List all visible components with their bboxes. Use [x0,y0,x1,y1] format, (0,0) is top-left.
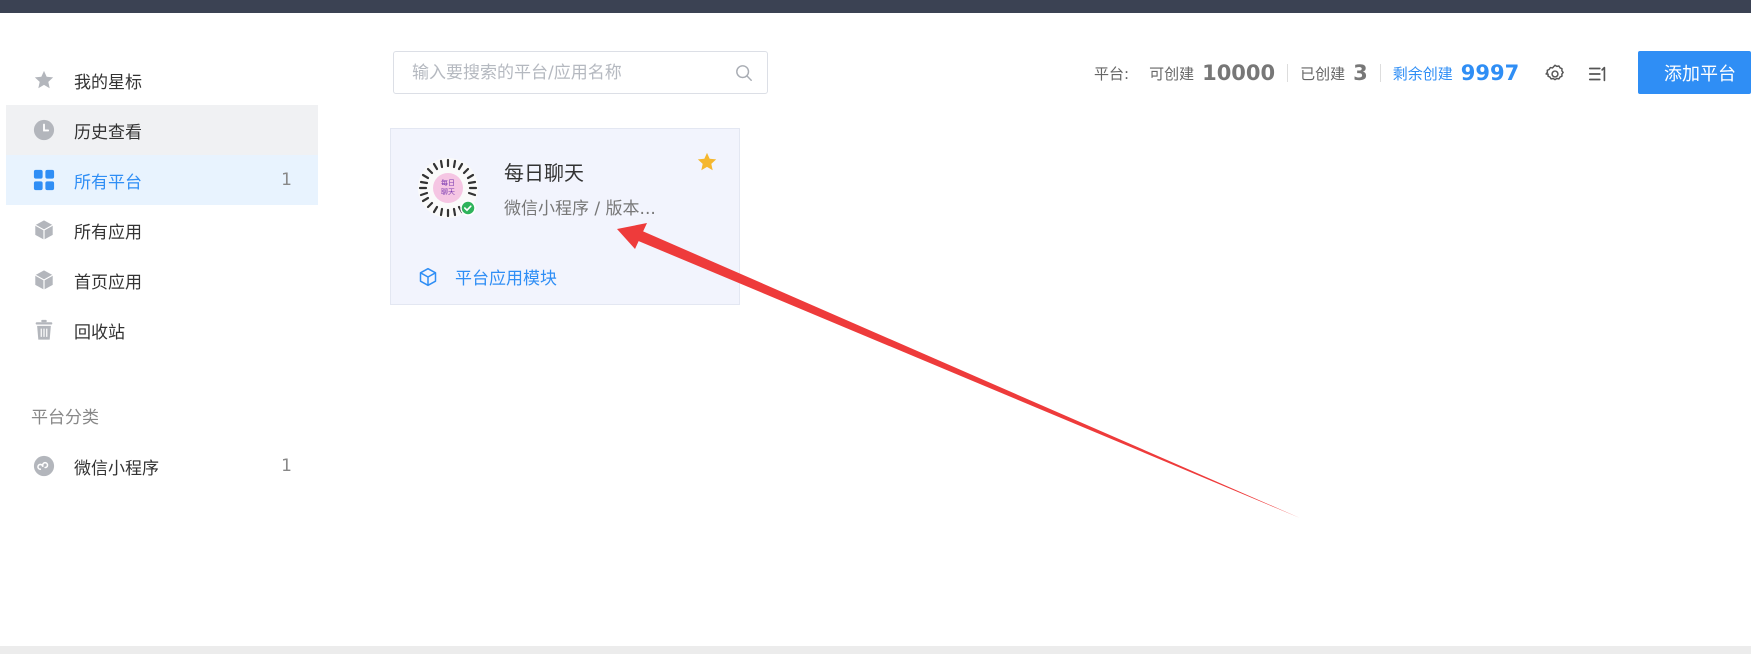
sidebar: 我的星标 历史查看 所有平台 1 所有应用 首页应用 回收站 平台分类 微信小程… [6,55,318,491]
platform-stats: 平台: 可创建 10000 已创建 3 剩余创建 9997 [1094,58,1519,88]
sidebar-item-wechat-miniprogram[interactable]: 微信小程序 1 [6,441,318,491]
add-platform-button[interactable]: 添加平台 [1638,51,1751,94]
search-input[interactable] [394,52,733,93]
sidebar-item-label: 首页应用 [74,272,142,293]
sidebar-item-count: 1 [281,170,292,190]
search-box [393,51,768,94]
divider [1287,64,1289,82]
created-label: 已创建 [1300,64,1346,83]
sidebar-item-count: 1 [281,456,292,476]
sidebar-item-all-platforms[interactable]: 所有平台 1 [6,155,318,205]
sidebar-item-all-apps[interactable]: 所有应用 [6,205,318,255]
sort-icon[interactable] [1586,62,1610,86]
remaining-label: 剩余创建 [1392,64,1453,83]
favorite-star-icon[interactable] [696,151,720,175]
sidebar-item-label: 所有平台 [74,172,142,193]
star-icon [32,68,56,92]
sidebar-item-label: 我的星标 [74,72,142,93]
window-top-bar [0,0,1751,13]
trash-icon [32,318,56,342]
platform-app-module-link[interactable]: 平台应用模块 [417,264,557,289]
divider [1379,64,1381,82]
qr-code-thumbnail: 每日 聊天 [417,157,479,219]
platform-label: 平台: [1094,64,1130,83]
creatable-label: 可创建 [1149,64,1195,83]
category-section-title: 平台分类 [31,408,99,428]
box-outline-icon [417,266,439,288]
sidebar-item-label: 回收站 [74,322,125,343]
qr-center-text: 每日 [441,178,455,187]
sidebar-item-recycle-bin[interactable]: 回收站 [6,305,318,355]
cube-icon [32,268,56,292]
grid-icon [32,168,56,192]
remaining-value: 9997 [1460,61,1520,85]
platform-card[interactable]: 每日 聊天 每日聊天 微信小程序 / 版本... 平台应用模块 [390,128,740,305]
clock-icon [32,118,56,142]
platform-title: 每日聊天 [504,161,584,185]
sidebar-item-label: 所有应用 [74,222,142,243]
qr-center-text: 聊天 [441,187,455,196]
sidebar-item-label: 微信小程序 [74,458,159,479]
platform-subtitle: 微信小程序 / 版本... [504,199,656,219]
module-label: 平台应用模块 [455,269,557,289]
sidebar-item-history[interactable]: 历史查看 [6,105,318,155]
window-bottom-bar [0,646,1751,654]
cube-icon [32,218,56,242]
created-value: 3 [1353,61,1368,85]
gear-icon[interactable] [1543,62,1567,86]
sidebar-item-home-apps[interactable]: 首页应用 [6,255,318,305]
miniprogram-icon [32,454,56,478]
sidebar-item-my-stars[interactable]: 我的星标 [6,55,318,105]
sidebar-item-label: 历史查看 [74,122,142,143]
search-icon[interactable] [733,62,755,84]
creatable-value: 10000 [1202,61,1276,85]
